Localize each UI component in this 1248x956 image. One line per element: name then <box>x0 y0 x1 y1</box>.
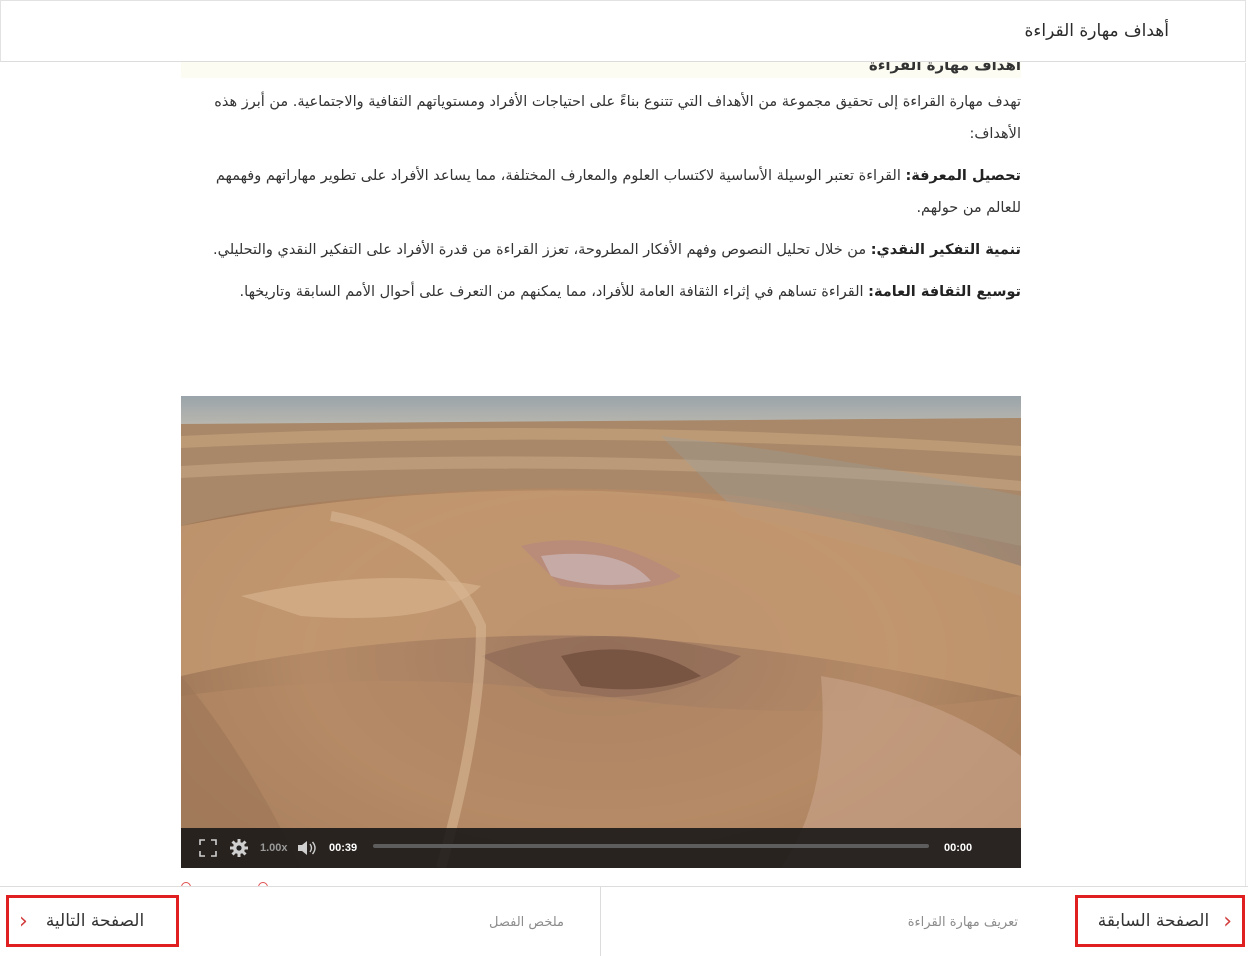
current-time: 00:39 <box>329 842 358 854</box>
video-frame-image <box>181 396 1021 868</box>
previous-page-label: الصفحة السابقة <box>1097 911 1210 931</box>
duration: 00:00 <box>944 842 973 854</box>
previous-page-button[interactable]: ‹ الصفحة السابقة <box>1075 895 1245 947</box>
next-page-label: الصفحة التالية <box>45 911 145 931</box>
lesson-content: أهداف مهارة القراءة تهدف مهارة القراءة إ… <box>181 62 1021 308</box>
page-header: أهداف مهارة القراءة <box>0 0 1246 62</box>
goal-item-title: توسيع الثقافة العامة: <box>868 284 1021 300</box>
next-page-button[interactable]: الصفحة التالية ‹ <box>6 895 179 947</box>
volume-icon[interactable] <box>297 828 317 868</box>
scrollbar[interactable] <box>1245 63 1246 886</box>
section-heading: أهداف مهارة القراءة <box>181 62 1021 78</box>
video-player[interactable]: 1.00x 00:39 00:00 <box>181 396 1021 868</box>
chevron-right-icon: ‹ <box>1223 908 1232 934</box>
goal-item: تنمية التفكير النقدي: من خلال تحليل النص… <box>181 234 1021 266</box>
goal-item-title: تحصيل المعرفة: <box>905 168 1021 184</box>
previous-page-title[interactable]: تعريف مهارة القراءة <box>908 915 1018 930</box>
goal-item: تحصيل المعرفة: القراءة تعتبر الوسيلة الأ… <box>181 160 1021 224</box>
page-title: أهداف مهارة القراءة <box>1024 21 1169 41</box>
page-navigation: ‹ الصفحة السابقة تعريف مهارة القراءة ملخ… <box>0 886 1248 956</box>
gear-icon[interactable] <box>229 828 249 868</box>
intro-paragraph: تهدف مهارة القراءة إلى تحقيق مجموعة من ا… <box>214 94 1021 142</box>
goal-item-text: القراءة تعتبر الوسيلة الأساسية لاكتساب ا… <box>215 168 1021 216</box>
progress-bar[interactable] <box>373 844 929 848</box>
chevron-left-icon: ‹ <box>19 908 28 934</box>
goal-item-title: تنمية التفكير النقدي: <box>870 242 1021 258</box>
goal-item-text: القراءة تساهم في إثراء الثقافة العامة لل… <box>239 284 869 300</box>
video-controls: 1.00x 00:39 00:00 <box>181 828 1021 868</box>
goal-item: توسيع الثقافة العامة: القراءة تساهم في إ… <box>181 276 1021 308</box>
goal-item-text: من خلال تحليل النصوص وفهم الأفكار المطرو… <box>213 242 871 258</box>
next-page-title[interactable]: ملخص الفصل <box>489 915 564 930</box>
fullscreen-icon[interactable] <box>199 828 217 868</box>
playback-speed[interactable]: 1.00x <box>260 828 288 868</box>
footer-divider <box>600 887 601 956</box>
